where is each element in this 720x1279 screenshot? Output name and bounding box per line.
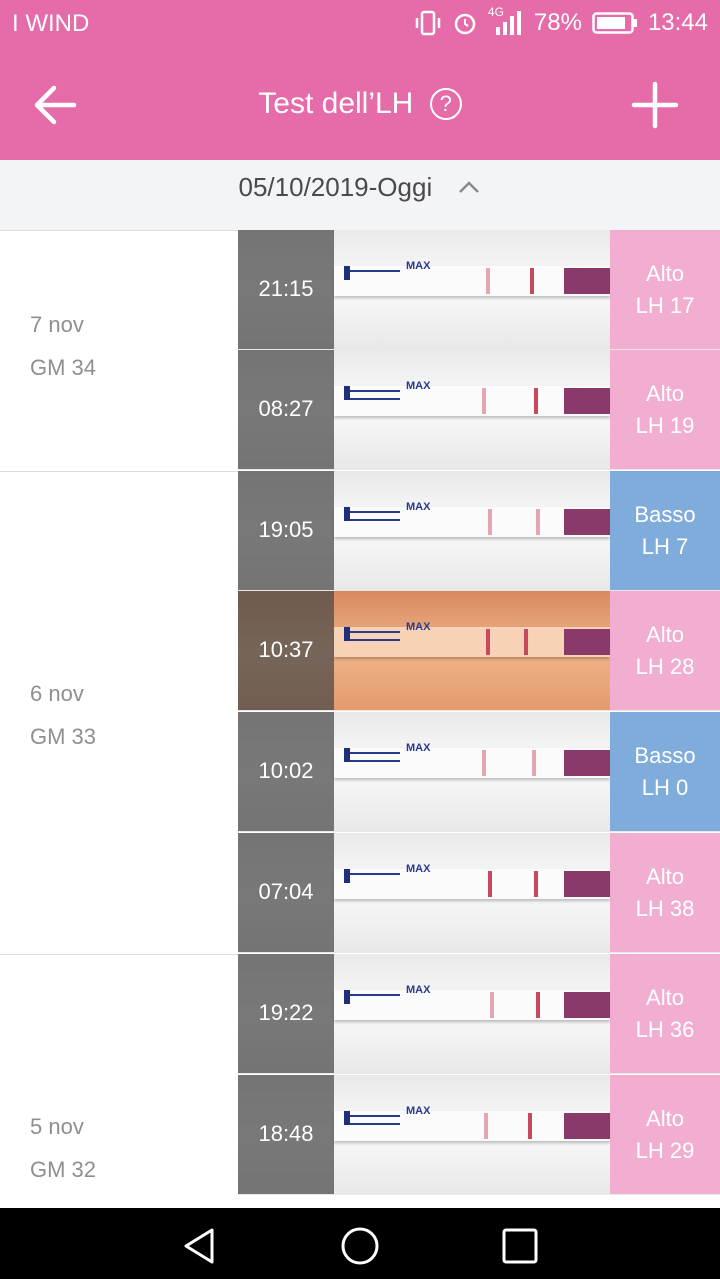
lh-level: Basso [634, 502, 696, 527]
test-time: 08:27 [258, 396, 314, 421]
signal-icon: 4G [488, 5, 524, 37]
lh-level: Alto [646, 622, 684, 647]
lh-value: LH 0 [641, 775, 689, 800]
nav-home-icon[interactable] [340, 1226, 380, 1266]
system-nav-bar [0, 1208, 720, 1279]
test-time: 18:48 [258, 1121, 314, 1146]
lh-value: LH 36 [635, 1017, 695, 1042]
day-labels: 6 nov GM 33 [30, 672, 96, 758]
lh-level: Basso [634, 743, 696, 768]
day-labels: 7 nov GM 34 [30, 303, 96, 389]
add-icon[interactable] [630, 80, 680, 130]
day-cycle-day: GM 34 [30, 355, 97, 380]
test-row[interactable]: MAX 07:04 Alto LH 38 [238, 833, 720, 953]
test-time: 10:02 [258, 758, 314, 783]
title-group: Test dell’LH ? [0, 86, 720, 121]
page-title: Test dell’LH [258, 87, 414, 121]
test-time: 21:15 [258, 276, 314, 301]
lh-value: LH 28 [635, 654, 695, 679]
chevron-up-icon[interactable] [457, 180, 481, 194]
test-time: 10:37 [258, 637, 314, 662]
carrier-name: I WIND [12, 10, 90, 37]
lh-value: LH 29 [635, 1138, 695, 1163]
strip-max-label: MAX [406, 984, 431, 996]
app-bar: Test dell’LH ? [0, 50, 720, 160]
date-range-selector[interactable]: 05/10/2019-Oggi [0, 160, 720, 230]
test-time: 19:05 [258, 517, 314, 542]
day-date: 5 nov [30, 1114, 84, 1139]
test-time: 19:22 [258, 1000, 314, 1025]
day-labels: 5 nov GM 32 [30, 1105, 96, 1191]
test-row[interactable]: MAX 19:05 Basso LH 7 [238, 471, 720, 591]
lh-value: LH 38 [635, 896, 695, 921]
status-bar: I WIND 4G 78% 13:44 [0, 0, 720, 50]
lh-level: Alto [646, 261, 684, 286]
battery-percent: 78% [533, 9, 582, 36]
day-cycle-day: GM 33 [30, 724, 97, 749]
day-cycle-day: GM 32 [30, 1157, 97, 1182]
lh-result: Basso LH 0 [610, 712, 720, 831]
lh-level: Alto [646, 381, 684, 406]
lh-result: Basso LH 7 [610, 471, 720, 590]
test-row[interactable]: MAX 19:22 Alto LH 36 [238, 954, 720, 1074]
nav-back-icon[interactable] [180, 1226, 220, 1266]
help-icon[interactable]: ? [429, 88, 462, 121]
test-row[interactable]: MAX 18:48 Alto LH 29 [238, 1075, 720, 1195]
test-row[interactable]: MAX 21:15 Alto LH 17 [238, 230, 720, 350]
date-range-label: 05/10/2019-Oggi [238, 172, 433, 202]
lh-result: Alto LH 38 [610, 833, 720, 952]
test-list[interactable]: 7 nov GM 34 MAX 21:15 Alto LH 17 MAX 08:… [0, 230, 720, 1208]
strip-max-label: MAX [406, 863, 431, 875]
battery-icon [592, 12, 637, 34]
lh-level: Alto [646, 985, 684, 1010]
lh-result: Alto LH 29 [610, 1075, 720, 1194]
strip-max-label: MAX [406, 380, 431, 392]
strip-max-label: MAX [406, 621, 431, 633]
lh-value: LH 7 [641, 534, 689, 559]
lh-level: Alto [646, 1106, 684, 1131]
test-row[interactable]: MAX 08:27 Alto LH 19 [238, 350, 720, 470]
test-row[interactable]: MAX 10:37 Alto LH 28 [238, 591, 720, 711]
lh-value: LH 19 [635, 413, 695, 438]
lh-level: Alto [646, 864, 684, 889]
nav-recents-icon[interactable] [500, 1226, 540, 1266]
clock: 13:44 [647, 9, 708, 36]
alarm-icon [454, 13, 476, 35]
lh-result: Alto LH 17 [610, 230, 720, 349]
strip-max-label: MAX [406, 742, 431, 754]
lh-result: Alto LH 36 [610, 954, 720, 1073]
lh-result: Alto LH 28 [610, 591, 720, 710]
lh-value: LH 17 [635, 293, 695, 318]
day-date: 6 nov [30, 681, 84, 706]
test-row[interactable]: MAX 10:02 Basso LH 0 [238, 712, 720, 832]
strip-max-label: MAX [406, 260, 431, 272]
day-date: 7 nov [30, 312, 84, 337]
lh-result: Alto LH 19 [610, 350, 720, 469]
vibrate-icon [415, 10, 441, 36]
strip-max-label: MAX [406, 1105, 431, 1117]
strip-max-label: MAX [406, 501, 431, 513]
test-time: 07:04 [258, 879, 314, 904]
